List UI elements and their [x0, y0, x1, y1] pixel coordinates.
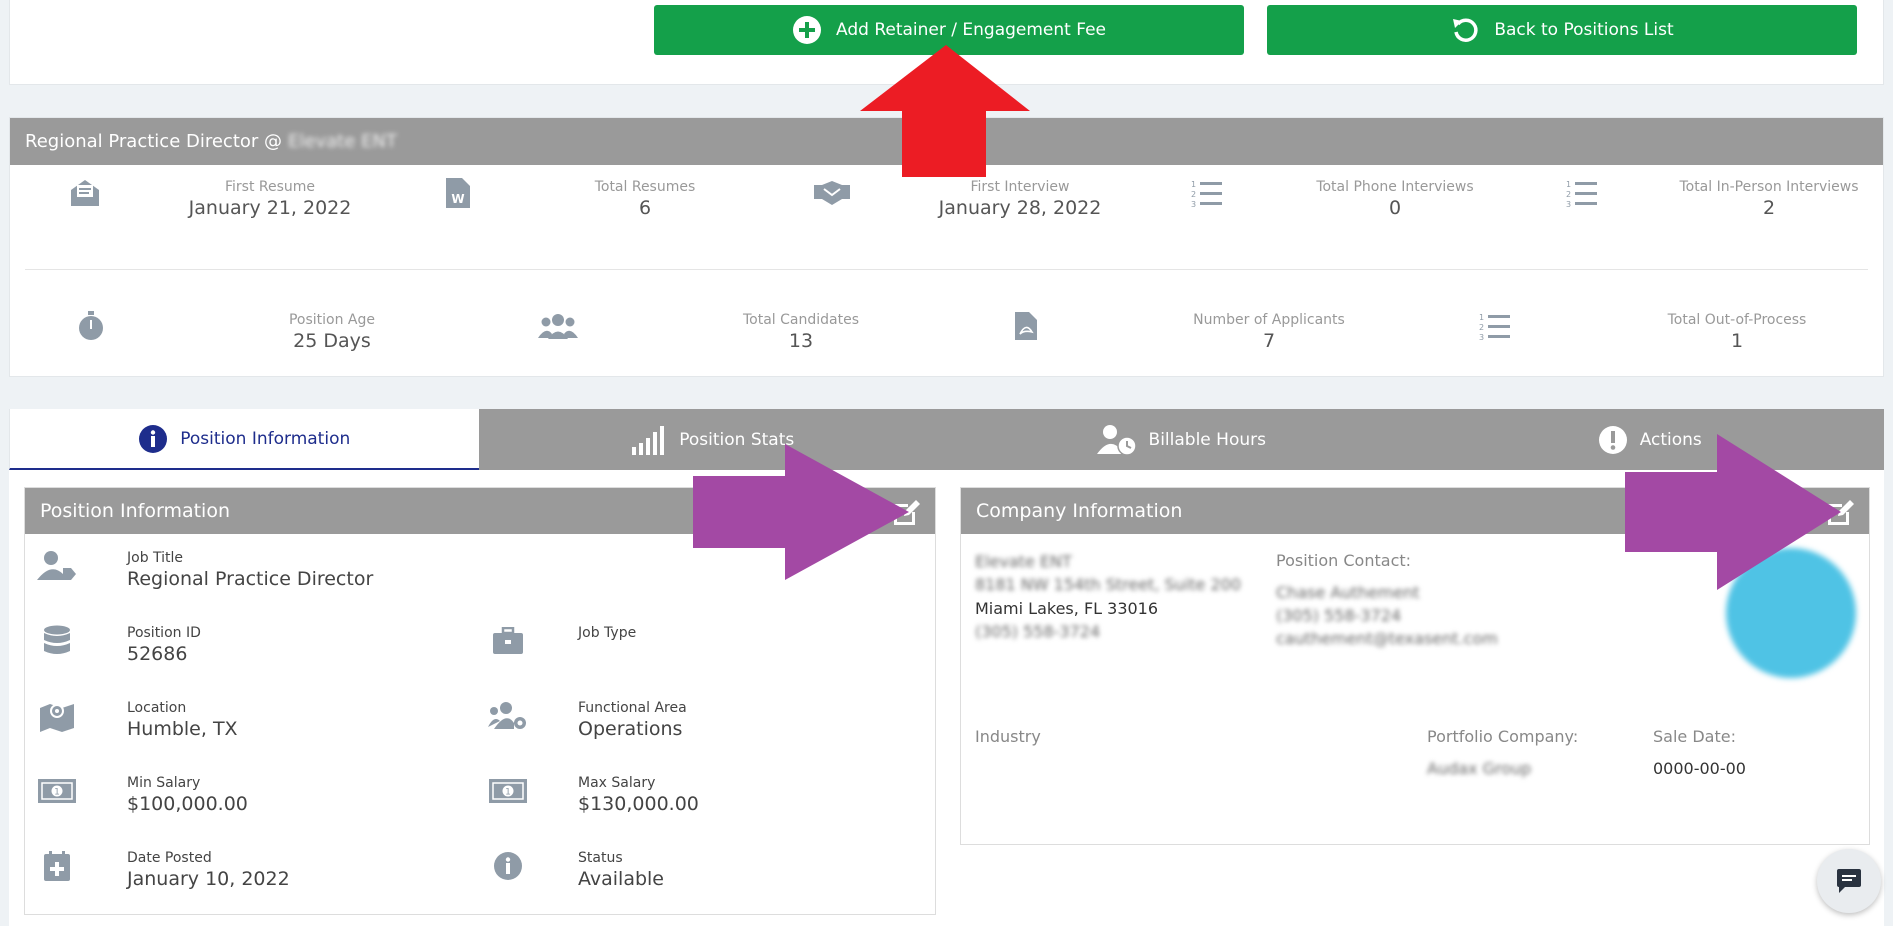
position-tabs: Position Information Position Stats Bill…: [9, 409, 1884, 470]
info-circle-icon: [139, 424, 168, 453]
portfolio-company-blurred: Audax Group: [1427, 759, 1532, 778]
stat-total-out-of-process: Total Out-of-Process 1: [1667, 312, 1807, 352]
contact-phone-blurred: (305) 558-3724: [1276, 606, 1402, 625]
contact-name-blurred: Chase Authement: [1276, 583, 1420, 602]
money-bill-icon: 1: [37, 773, 77, 809]
stats-row-1: First Resume January 21, 2022 W Total Re…: [10, 173, 1883, 243]
word-file-icon: W: [438, 173, 478, 213]
edit-position-button[interactable]: [889, 495, 923, 529]
briefcase-icon: [488, 623, 528, 659]
back-to-positions-button[interactable]: Back to Positions List: [1267, 5, 1857, 55]
min-salary-value: $100,000.00: [127, 793, 248, 815]
stats-divider: [25, 269, 1868, 270]
edit-icon: [894, 500, 920, 525]
add-retainer-button[interactable]: Add Retainer / Engagement Fee: [654, 5, 1244, 55]
svg-text:2: 2: [1566, 190, 1571, 199]
stat-total-in-person-interviews: Total In-Person Interviews 2: [1679, 179, 1859, 219]
plus-circle-icon: [793, 16, 821, 44]
company-phone-blurred: (305) 558-3724: [975, 622, 1101, 641]
exclamation-circle-icon: [1598, 425, 1627, 454]
signal-bars-icon: [632, 425, 665, 455]
job-title-value: Regional Practice Director: [127, 568, 374, 590]
company-information-card: Company Information: [960, 487, 1870, 845]
edit-icon: [1828, 500, 1854, 525]
stopwatch-icon: [71, 306, 111, 346]
position-stats-panel: Regional Practice Director @ Elevate ENT…: [9, 117, 1884, 377]
location-value: Humble, TX: [127, 718, 238, 740]
svg-text:3: 3: [1479, 333, 1484, 341]
company-city: Miami Lakes, FL 33016: [975, 599, 1159, 618]
svg-text:W: W: [451, 192, 464, 206]
svg-text:1: 1: [1566, 180, 1571, 189]
stat-number-of-applicants: Number of Applicants 7: [1193, 312, 1345, 352]
tab-position-information[interactable]: Position Information: [9, 409, 479, 470]
numbered-list-icon: 123: [1187, 173, 1227, 213]
user-clock-icon: [1096, 424, 1137, 456]
handshake-icon: [812, 173, 852, 213]
info-circle-icon: [488, 848, 528, 884]
add-retainer-label: Add Retainer / Engagement Fee: [836, 20, 1106, 40]
chat-widget-button[interactable]: [1817, 849, 1881, 913]
position-information-card: Position Information Job Title Regional …: [24, 487, 936, 915]
top-actions-card: Add Retainer / Engagement Fee Back to Po…: [9, 0, 1884, 85]
stat-total-candidates: Total Candidates 13: [742, 312, 859, 352]
company-name-blurred: Elevate ENT: [288, 131, 397, 152]
stat-total-resumes: Total Resumes 6: [594, 179, 696, 219]
industry-label: Industry: [975, 727, 1041, 746]
position-id-value: 52686: [127, 643, 188, 665]
pdf-file-icon: [1006, 306, 1046, 346]
stat-first-resume: First Resume January 21, 2022: [188, 179, 352, 219]
calendar-plus-icon: [37, 848, 77, 884]
users-cog-icon: [488, 698, 528, 734]
numbered-list-icon: 123: [1562, 173, 1602, 213]
company-name-blurred: Elevate ENT: [975, 552, 1072, 571]
stat-total-phone-interviews: Total Phone Interviews 0: [1316, 179, 1474, 219]
max-salary-value: $130,000.00: [578, 793, 699, 815]
position-information-header: Position Information: [25, 488, 935, 534]
user-tag-icon: [37, 548, 77, 584]
stat-position-age: Position Age 25 Days: [288, 312, 376, 352]
svg-text:1: 1: [505, 788, 511, 798]
svg-text:1: 1: [1479, 313, 1484, 322]
stats-title: Regional Practice Director @: [25, 131, 283, 152]
company-logo: [1726, 548, 1856, 678]
stats-header: Regional Practice Director @ Elevate ENT: [10, 118, 1883, 165]
svg-text:3: 3: [1191, 200, 1196, 208]
position-contact-label: Position Contact:: [1276, 551, 1412, 570]
money-bill-icon: 1: [488, 773, 528, 809]
sale-date-label: Sale Date:: [1653, 727, 1736, 746]
contact-email-blurred: cauthement@texasent.com: [1276, 629, 1498, 648]
edit-company-button[interactable]: [1823, 495, 1857, 529]
date-posted-value: January 10, 2022: [127, 868, 290, 890]
undo-icon: [1453, 18, 1478, 42]
chat-bubble-icon: [1837, 869, 1861, 893]
database-icon: [37, 623, 77, 659]
company-information-header: Company Information: [961, 488, 1869, 534]
tab-billable-hours[interactable]: Billable Hours: [947, 409, 1416, 470]
users-icon: [538, 306, 578, 346]
stat-first-interview: First Interview January 28, 2022: [938, 179, 1102, 219]
numbered-list-icon: 123: [1475, 306, 1515, 346]
svg-text:1: 1: [54, 788, 60, 798]
sale-date-value: 0000-00-00: [1653, 759, 1746, 778]
back-to-positions-label: Back to Positions List: [1494, 20, 1674, 40]
portfolio-company-label: Portfolio Company:: [1427, 727, 1579, 746]
svg-text:1: 1: [1191, 180, 1196, 189]
tab-position-stats[interactable]: Position Stats: [479, 409, 948, 470]
stats-row-2: Position Age 25 Days Total Candidates 13…: [10, 306, 1883, 376]
svg-text:2: 2: [1479, 323, 1484, 332]
company-address-blurred: 8181 NW 154th Street, Suite 200: [975, 575, 1241, 594]
svg-text:2: 2: [1191, 190, 1196, 199]
resume-envelope-icon: [65, 173, 105, 213]
status-value: Available: [578, 868, 665, 890]
map-icon: [37, 698, 77, 734]
functional-area-value: Operations: [578, 718, 683, 740]
svg-text:3: 3: [1566, 200, 1571, 208]
tab-actions[interactable]: Actions: [1416, 409, 1885, 470]
